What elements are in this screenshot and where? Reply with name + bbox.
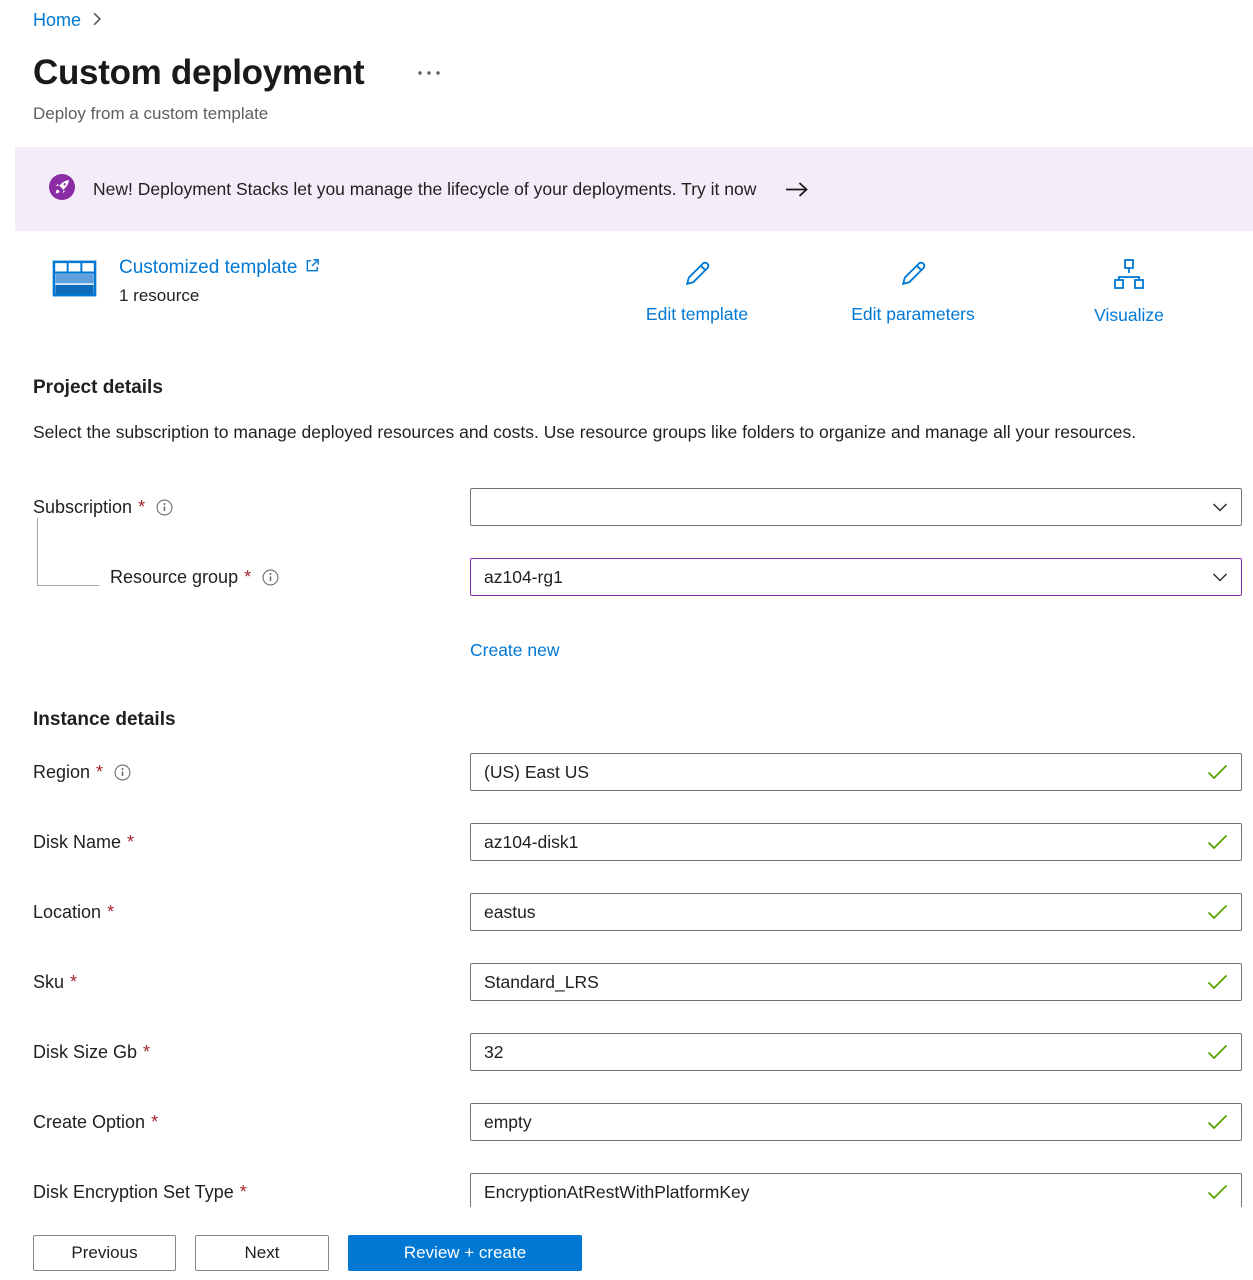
disk-name-input[interactable]: az104-disk1 <box>470 823 1242 861</box>
subscription-dropdown[interactable] <box>470 488 1242 526</box>
edit-template-button[interactable]: Edit template <box>622 257 772 325</box>
valid-check-icon <box>1207 904 1228 920</box>
create-option-label: Create Option <box>33 1112 145 1133</box>
page-title: Custom deployment <box>33 49 364 97</box>
customized-template-link[interactable]: Customized template <box>119 257 320 279</box>
instance-details-heading: Instance details <box>33 707 1253 733</box>
project-details-description: Select the subscription to manage deploy… <box>33 417 1183 448</box>
disk-size-input[interactable]: 32 <box>470 1033 1242 1071</box>
breadcrumb-home-link[interactable]: Home <box>33 10 81 31</box>
region-label: Region <box>33 762 90 783</box>
disk-size-label: Disk Size Gb <box>33 1042 137 1063</box>
valid-check-icon <box>1207 1044 1228 1060</box>
rocket-icon <box>48 173 76 206</box>
sku-label: Sku <box>33 972 64 993</box>
pencil-icon <box>681 274 714 294</box>
required-asterisk: * <box>127 832 134 853</box>
sku-row: Sku * Standard_LRS <box>33 963 1253 1001</box>
resource-group-dropdown[interactable]: az104-rg1 <box>470 558 1242 596</box>
deployment-stacks-banner[interactable]: New! Deployment Stacks let you manage th… <box>15 147 1253 231</box>
wizard-footer: Previous Next Review + create <box>0 1207 1253 1280</box>
chevron-down-icon[interactable] <box>1212 499 1228 515</box>
valid-check-icon <box>1207 1184 1228 1200</box>
valid-check-icon <box>1207 974 1228 990</box>
location-label: Location <box>33 902 101 923</box>
breadcrumb: Home <box>0 0 1253 31</box>
chevron-right-icon <box>91 10 103 31</box>
disk-size-row: Disk Size Gb * 32 <box>33 1033 1253 1071</box>
disk-name-row: Disk Name * az104-disk1 <box>33 823 1253 861</box>
required-asterisk: * <box>70 972 77 993</box>
edit-parameters-button[interactable]: Edit parameters <box>828 257 998 325</box>
next-button[interactable]: Next <box>195 1235 329 1271</box>
disk-encryption-set-type-label: Disk Encryption Set Type <box>33 1182 234 1203</box>
sku-input[interactable]: Standard_LRS <box>470 963 1242 1001</box>
subscription-row: Subscription * <box>33 488 1253 526</box>
external-link-icon <box>305 257 320 279</box>
location-row: Location * eastus <box>33 893 1253 931</box>
region-input[interactable]: (US) East US <box>470 753 1242 791</box>
review-create-button[interactable]: Review + create <box>348 1235 582 1271</box>
template-summary: Customized template 1 resource Edit temp… <box>0 253 1253 331</box>
hierarchy-icon <box>1112 275 1146 295</box>
required-asterisk: * <box>244 567 251 588</box>
valid-check-icon <box>1207 764 1228 780</box>
more-options-icon[interactable] <box>412 65 446 81</box>
chevron-down-icon[interactable] <box>1212 569 1228 585</box>
resource-group-label: Resource group <box>110 567 238 588</box>
required-asterisk: * <box>107 902 114 923</box>
visualize-button[interactable]: Visualize <box>1064 257 1194 326</box>
disk-encryption-set-type-row: Disk Encryption Set Type * EncryptionAtR… <box>33 1173 1253 1207</box>
valid-check-icon <box>1207 1114 1228 1130</box>
previous-button[interactable]: Previous <box>33 1235 176 1271</box>
arrow-right-icon[interactable] <box>785 181 809 198</box>
template-texts: Customized template 1 resource <box>119 255 320 307</box>
info-icon[interactable] <box>114 764 131 781</box>
create-option-input[interactable]: empty <box>470 1103 1242 1141</box>
required-asterisk: * <box>143 1042 150 1063</box>
required-asterisk: * <box>138 497 145 518</box>
valid-check-icon <box>1207 834 1228 850</box>
page-subtitle: Deploy from a custom template <box>33 103 1253 125</box>
info-icon[interactable] <box>156 499 173 516</box>
required-asterisk: * <box>151 1112 158 1133</box>
banner-message[interactable]: New! Deployment Stacks let you manage th… <box>93 179 756 200</box>
create-new-link[interactable]: Create new <box>470 640 560 661</box>
page-content: Home Custom deployment Deploy from a cus… <box>0 0 1253 1207</box>
project-details-heading: Project details <box>33 375 1253 401</box>
disk-name-label: Disk Name <box>33 832 121 853</box>
tree-connector-line <box>37 518 99 586</box>
template-info: Customized template 1 resource <box>51 255 320 307</box>
region-row: Region * (US) East US <box>33 753 1253 791</box>
subscription-label: Subscription <box>33 497 132 518</box>
template-icon <box>51 255 98 307</box>
location-input[interactable]: eastus <box>470 893 1242 931</box>
template-resource-count: 1 resource <box>119 286 320 306</box>
required-asterisk: * <box>96 762 103 783</box>
resource-group-row: Resource group * az104-rg1 <box>33 558 1253 596</box>
pencil-icon <box>897 274 930 294</box>
create-option-row: Create Option * empty <box>33 1103 1253 1141</box>
disk-encryption-set-type-input[interactable]: EncryptionAtRestWithPlatformKey <box>470 1173 1242 1207</box>
project-details-form: Subscription * Resource group * <box>0 488 1253 661</box>
title-row: Custom deployment <box>33 49 1253 97</box>
info-icon[interactable] <box>262 569 279 586</box>
required-asterisk: * <box>240 1182 247 1203</box>
instance-details-form: Region * (US) East US Disk Name * az104-… <box>0 753 1253 1207</box>
